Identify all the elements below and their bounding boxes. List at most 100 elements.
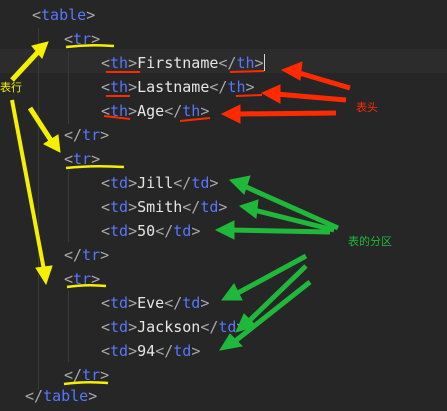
tag-bracket: </ (218, 54, 237, 72)
tag-bracket: < (64, 270, 74, 288)
code-line[interactable]: </tr> (64, 123, 109, 147)
tag-bracket: > (209, 174, 219, 192)
code-line[interactable]: <td>Eve</td> (101, 291, 209, 315)
cell-text: Lastname (137, 78, 210, 96)
code-line[interactable]: <tr> (64, 267, 100, 291)
indent-guide (38, 28, 39, 390)
tag-name: tr (73, 30, 92, 48)
code-line[interactable]: </tr> (64, 243, 109, 267)
tag-name: td (182, 294, 201, 312)
tag-bracket: > (218, 198, 228, 216)
tag-bracket: </ (209, 78, 228, 96)
tag-bracket: > (88, 387, 98, 405)
code-line[interactable]: <td>50</td> (101, 219, 200, 243)
tag-name: td (200, 198, 219, 216)
code-line[interactable]: </table> (25, 384, 97, 408)
tag-bracket: > (100, 366, 110, 384)
tag-bracket: > (128, 174, 138, 192)
tag-bracket: > (86, 6, 96, 24)
tag-name: table (43, 387, 89, 405)
tag-name: td (110, 294, 129, 312)
code-line[interactable]: <tr> (64, 27, 100, 51)
tag-bracket: > (191, 222, 201, 240)
indent-guide (68, 290, 69, 362)
tag-bracket: > (100, 126, 110, 144)
tag-name: th (110, 54, 129, 72)
tag-name: td (110, 222, 129, 240)
tag-name: tr (82, 366, 101, 384)
row-annotation-label: 表行 (0, 81, 22, 94)
cell-text: Age (137, 102, 165, 120)
tag-bracket: < (101, 78, 111, 96)
tag-name: tr (73, 270, 92, 288)
cell-text: 50 (137, 222, 156, 240)
tag-bracket: > (200, 294, 210, 312)
tag-bracket: > (91, 150, 101, 168)
indent-guide (68, 52, 69, 124)
code-line[interactable]: <td>Jackson</td> (101, 315, 246, 339)
tag-bracket: < (64, 30, 74, 48)
data-annotation-label: 表的分区 (348, 235, 392, 248)
tag-bracket: > (128, 318, 138, 336)
tag-bracket: </ (173, 174, 192, 192)
code-line[interactable]: <table> (32, 3, 95, 27)
tag-bracket: > (128, 342, 138, 360)
code-line[interactable]: <tr> (64, 147, 100, 171)
cell-text: Firstname (137, 54, 219, 72)
tag-bracket: </ (25, 387, 44, 405)
cell-text: Jill (137, 174, 174, 192)
indent-guide (68, 170, 69, 242)
code-editor[interactable]: <table> <tr> <th>Firstname</th> <th>Last… (0, 0, 447, 411)
tag-bracket: > (245, 78, 255, 96)
tag-name: td (110, 318, 129, 336)
tag-name: td (110, 174, 129, 192)
tag-bracket: < (101, 102, 111, 120)
tag-name: td (218, 318, 237, 336)
tag-bracket: < (101, 198, 111, 216)
cell-text: Eve (137, 294, 165, 312)
tag-name: td (173, 222, 192, 240)
tag-bracket: > (128, 102, 138, 120)
code-line[interactable]: <th>Lastname</th> (101, 75, 255, 99)
tag-bracket: > (128, 78, 138, 96)
tag-bracket: < (101, 174, 111, 192)
tag-bracket: < (101, 222, 111, 240)
tag-bracket: > (100, 246, 110, 264)
code-line[interactable]: <th>Firstname</th> (101, 51, 265, 75)
code-line[interactable]: <td>Smith</td> (101, 195, 227, 219)
tag-bracket: </ (164, 102, 183, 120)
tag-bracket: > (128, 54, 138, 72)
tag-bracket: > (200, 102, 210, 120)
text-cursor (263, 54, 265, 71)
cell-text: Jackson (137, 318, 201, 336)
tag-bracket: </ (64, 126, 83, 144)
tag-bracket: </ (200, 318, 219, 336)
cell-text: 94 (137, 342, 156, 360)
tag-name: td (110, 342, 129, 360)
tag-name: tr (82, 246, 101, 264)
tag-bracket: </ (64, 246, 83, 264)
tag-name: tr (73, 150, 92, 168)
cell-text: Smith (137, 198, 183, 216)
code-line[interactable]: <td>Jill</td> (101, 171, 218, 195)
tag-bracket: > (191, 342, 201, 360)
tag-bracket: < (101, 318, 111, 336)
tag-name: th (236, 54, 255, 72)
code-line[interactable]: <th>Age</th> (101, 99, 209, 123)
tag-name: td (191, 174, 210, 192)
tag-name: th (110, 102, 129, 120)
tag-name: th (110, 78, 129, 96)
tag-bracket: > (254, 54, 264, 72)
tag-name: th (227, 78, 246, 96)
tag-bracket: > (91, 30, 101, 48)
header-annotation-label: 表头 (356, 101, 378, 114)
tag-name: table (41, 6, 87, 24)
tag-bracket: < (101, 342, 111, 360)
tag-bracket: < (64, 150, 74, 168)
tag-name: td (110, 198, 129, 216)
tag-bracket: > (128, 294, 138, 312)
code-line[interactable]: <td>94</td> (101, 339, 200, 363)
tag-bracket: > (128, 222, 138, 240)
tag-bracket: </ (164, 294, 183, 312)
tag-bracket: </ (182, 198, 201, 216)
